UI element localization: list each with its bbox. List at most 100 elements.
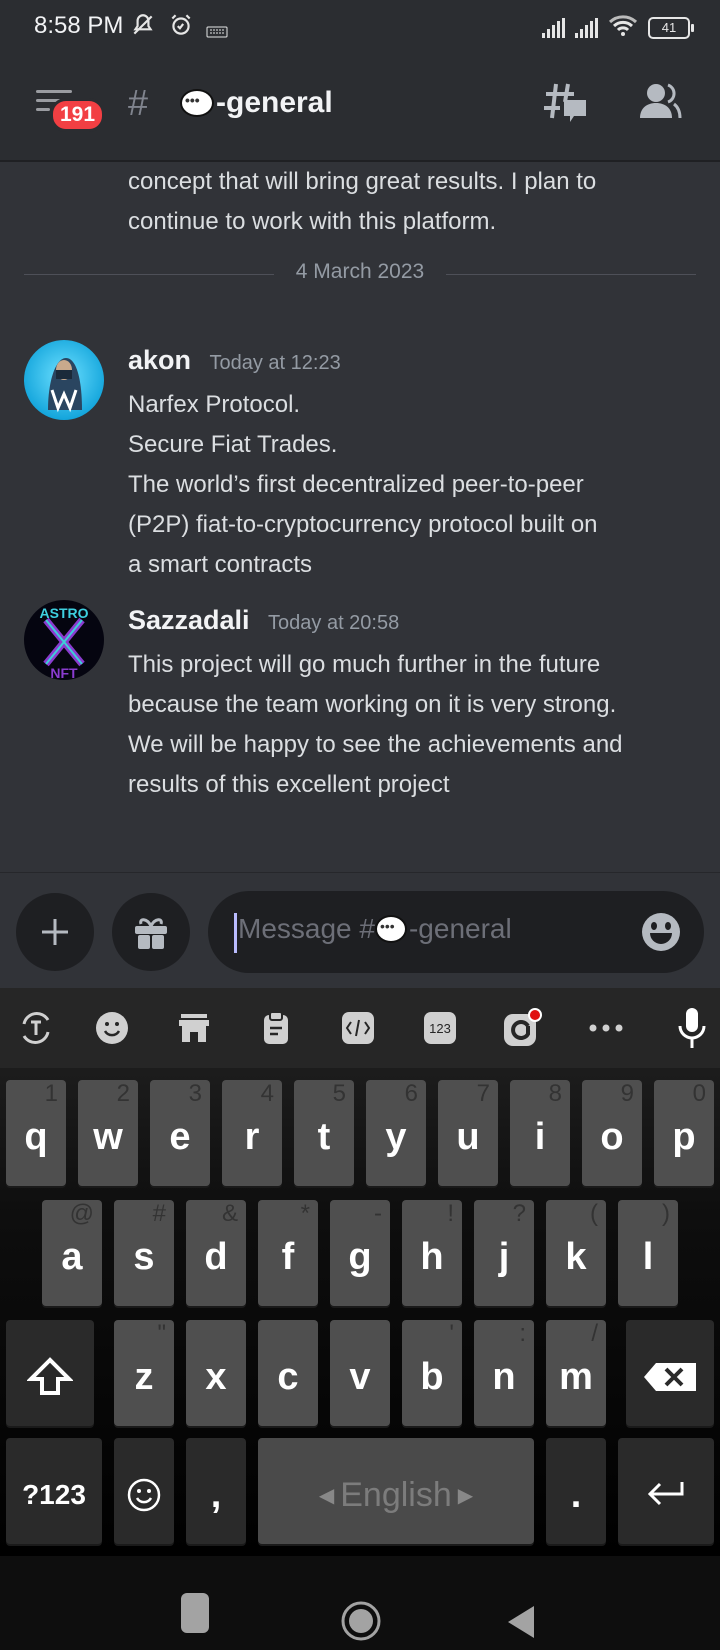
message-content: This project will go much further in the… [128, 645, 708, 805]
key-n[interactable]: :n [474, 1320, 534, 1426]
key-r[interactable]: 4r [222, 1080, 282, 1186]
key-e[interactable]: 3e [150, 1080, 210, 1186]
key-b[interactable]: ' b [402, 1320, 462, 1426]
key-label [618, 1446, 714, 1544]
members-icon[interactable] [638, 82, 682, 122]
emoji-key[interactable] [114, 1438, 174, 1544]
key-label: , [210, 1473, 222, 1516]
threads-icon[interactable] [542, 80, 590, 126]
enter-key[interactable] [618, 1438, 714, 1544]
alarm-icon [168, 12, 194, 44]
key-t[interactable]: 5t [294, 1080, 354, 1186]
backspace-key[interactable] [626, 1320, 714, 1426]
key-label: o [600, 1115, 624, 1158]
text-edit-icon[interactable] [338, 1008, 378, 1048]
channel-hash-icon: # [128, 82, 149, 123]
key-q[interactable]: 1q [6, 1080, 66, 1186]
channel-name: -general [216, 86, 333, 119]
key-m[interactable]: / m [546, 1320, 606, 1426]
symbols-key[interactable]: ?123 [6, 1438, 102, 1544]
mic-icon[interactable] [672, 1008, 712, 1048]
key-v[interactable]: v [330, 1320, 390, 1426]
key-k[interactable]: (k [546, 1200, 606, 1306]
key-label: z [134, 1355, 154, 1398]
key-w[interactable]: 2w [78, 1080, 138, 1186]
key-label: l [642, 1235, 654, 1278]
translate-icon[interactable] [16, 1008, 56, 1048]
key-label: n [492, 1355, 516, 1398]
key-label [6, 1328, 94, 1426]
key-o[interactable]: 9o [582, 1080, 642, 1186]
message-input[interactable]: Message # -general [208, 891, 704, 973]
add-attachment-button[interactable] [16, 893, 94, 971]
key-u[interactable]: 7u [438, 1080, 498, 1186]
date-label: 4 March 2023 [281, 260, 439, 283]
key-a[interactable]: @ a [42, 1200, 102, 1306]
message-line: concept that will bring great results. I… [128, 168, 597, 195]
placeholder-suffix: -general [408, 913, 512, 944]
avatar[interactable] [24, 340, 104, 420]
gift-button[interactable] [112, 893, 190, 971]
period-key[interactable]: . [546, 1438, 606, 1544]
plus-icon [42, 919, 68, 945]
key-label: y [385, 1115, 407, 1158]
key-s[interactable]: # s [114, 1200, 174, 1306]
clipboard-icon[interactable] [256, 1008, 296, 1048]
key-h[interactable]: ! h [402, 1200, 462, 1306]
key-label: i [534, 1115, 546, 1158]
key-l[interactable]: ) l [618, 1200, 678, 1306]
shift-key[interactable] [6, 1320, 94, 1426]
key-j[interactable]: ? j [474, 1200, 534, 1306]
message-list[interactable]: concept that will bring great results. I… [0, 162, 720, 872]
channel-title[interactable]: -general [180, 86, 333, 120]
home-button[interactable] [340, 1600, 382, 1642]
key-f[interactable]: * f [258, 1200, 318, 1306]
wifi-icon [608, 14, 638, 41]
key-z[interactable]: " z [114, 1320, 174, 1426]
sticker-icon[interactable] [92, 1008, 132, 1048]
key-i[interactable]: 8i [510, 1080, 570, 1186]
message-line: results of this excellent project [128, 771, 450, 798]
key-y[interactable]: 6y [366, 1080, 426, 1186]
recents-button[interactable] [180, 1592, 210, 1634]
key-c[interactable]: c [258, 1320, 318, 1426]
status-bar: 8:58 PM 41 [0, 0, 720, 52]
key-label: d [204, 1235, 228, 1278]
back-button[interactable] [506, 1604, 536, 1640]
message-author[interactable]: akon [128, 345, 191, 375]
battery-indicator: 41 [648, 16, 694, 39]
store-icon[interactable] [174, 1008, 214, 1048]
key-label [626, 1328, 714, 1426]
numpad-label: 123 [429, 1021, 451, 1036]
speech-bubble-icon [180, 89, 214, 117]
spacebar-key[interactable]: ◀ English ▶ [258, 1438, 534, 1544]
key-p[interactable]: 0p [654, 1080, 714, 1186]
placeholder-prefix: Message # [238, 913, 375, 944]
emoji-button[interactable] [640, 911, 682, 953]
key-label [114, 1446, 174, 1544]
svg-text:NFT: NFT [50, 665, 78, 680]
message-item[interactable]: akon Today at 12:23 Narfex Protocol. Sec… [24, 340, 704, 580]
key-label: x [205, 1355, 227, 1398]
key-d[interactable]: & d [186, 1200, 246, 1306]
key-label: a [61, 1235, 83, 1278]
comma-key[interactable]: , [186, 1438, 246, 1544]
avatar[interactable]: ASTRO NFT [24, 600, 104, 680]
key-label: h [420, 1235, 444, 1278]
emoji-icon [642, 913, 680, 951]
speech-bubble-icon [374, 915, 407, 943]
keyboard-icon [206, 18, 228, 44]
message-timestamp: Today at 20:58 [268, 612, 400, 634]
gif-icon[interactable] [502, 1008, 542, 1048]
key-label: ?123 [22, 1479, 86, 1510]
key-g[interactable]: -g [330, 1200, 390, 1306]
message-author[interactable]: Sazzadali [128, 605, 250, 635]
key-label: b [420, 1355, 444, 1398]
message-line: We will be happy to see the achievements… [128, 731, 623, 758]
message-item[interactable]: ASTRO NFT Sazzadali Today at 20:58 This … [24, 600, 704, 800]
message-line: Secure Fiat Trades. [128, 431, 338, 458]
numpad-icon[interactable]: 123 [420, 1008, 460, 1048]
more-icon[interactable] [586, 1008, 626, 1048]
message-line: (P2P) fiat-to-cryptocurrency protocol bu… [128, 511, 598, 538]
key-x[interactable]: x [186, 1320, 246, 1426]
